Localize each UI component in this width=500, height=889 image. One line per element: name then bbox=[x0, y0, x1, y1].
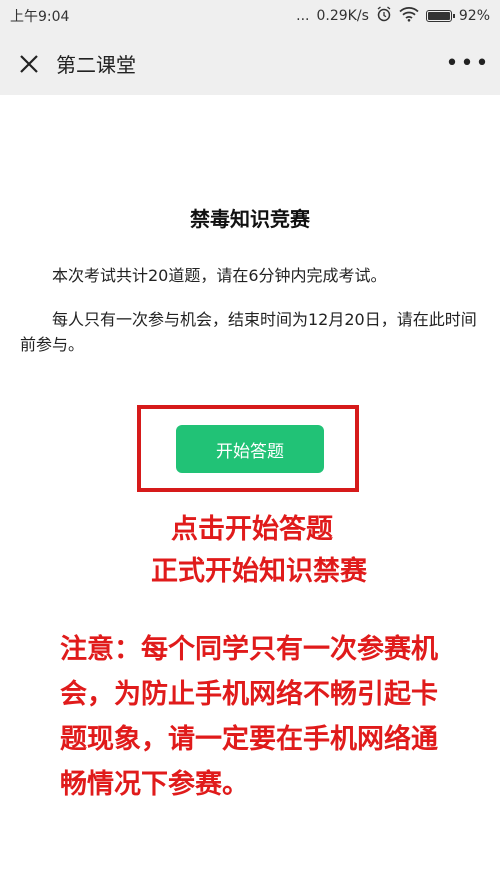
close-icon bbox=[20, 54, 38, 73]
hint-line-2: 正式开始知识禁赛 bbox=[151, 556, 367, 587]
quiz-info-paragraph: 本次考试共计20道题，请在6分钟内完成考试。 bbox=[52, 266, 387, 285]
page-title-bar: 第二课堂 bbox=[56, 53, 136, 77]
quiz-title: 禁毒知识竞赛 bbox=[190, 207, 310, 231]
wifi-icon bbox=[399, 6, 419, 26]
more-icon: ••• bbox=[445, 51, 491, 76]
network-speed: 0.29K/s bbox=[316, 8, 369, 24]
notice-text: 注意：每个同学只有一次参赛机会，为防止手机网络不畅引起卡题现象，请一定要在手机网… bbox=[60, 634, 438, 800]
status-dots: ... bbox=[296, 8, 310, 24]
more-button[interactable]: ••• bbox=[446, 49, 489, 79]
page-content: 禁毒知识竞赛 本次考试共计20道题，请在6分钟内完成考试。 每人只有一次参与机会… bbox=[0, 95, 500, 889]
status-indicators: ... 0.29K/s 92% bbox=[296, 6, 490, 26]
close-button[interactable] bbox=[14, 49, 44, 79]
status-time: 上午9:04 bbox=[10, 9, 70, 25]
battery-fill bbox=[427, 12, 450, 20]
navigation-bar: 第二课堂 ••• bbox=[0, 32, 500, 95]
hint-line-1: 点击开始答题 bbox=[171, 514, 333, 545]
status-bar: 上午9:04 ... 0.29K/s 92% bbox=[0, 0, 500, 32]
start-quiz-button[interactable]: 开始答题 bbox=[176, 425, 324, 473]
quiz-rule-paragraph: 每人只有一次参与机会，结束时间为12月20日，请在此时间前参与。 bbox=[20, 310, 477, 354]
alarm-icon bbox=[376, 6, 392, 26]
battery-icon bbox=[425, 10, 455, 22]
battery-percent: 92% bbox=[458, 8, 490, 24]
